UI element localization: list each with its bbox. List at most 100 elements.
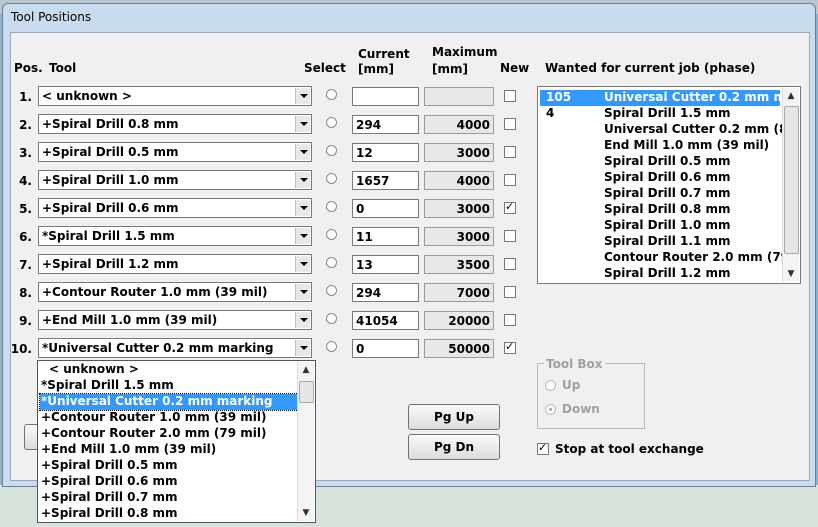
wanted-list-item[interactable]: Spiral Drill 0.5 mm (540, 154, 780, 170)
current-value: 41054 (356, 314, 398, 328)
select-radio[interactable] (326, 117, 337, 128)
current-value-field[interactable]: 13 (352, 255, 419, 274)
chevron-down-icon[interactable] (295, 340, 310, 356)
chevron-down-icon[interactable] (295, 256, 310, 272)
wanted-list-item[interactable]: Contour Router 2.0 mm (79 (540, 250, 789, 266)
checkmark-icon: ✓ (505, 200, 515, 213)
chevron-down-icon[interactable] (295, 284, 310, 300)
pg-up-button[interactable]: Pg Up (408, 404, 500, 430)
current-value-field[interactable]: 0 (352, 339, 419, 358)
tool-select-combo[interactable]: +Spiral Drill 1.2 mm (38, 254, 312, 274)
select-radio[interactable] (326, 285, 337, 296)
chevron-down-icon[interactable] (295, 200, 310, 216)
tool-select-combo[interactable]: +Contour Router 1.0 mm (39 mil) (38, 282, 312, 302)
wanted-list-item[interactable]: End Mill 1.0 mm (39 mil) (540, 138, 780, 154)
select-radio[interactable] (326, 89, 337, 100)
wanted-tools-list[interactable]: 105 Universal Cutter 0.2 mm ma 4 Spiral … (537, 86, 801, 284)
new-checkbox[interactable] (504, 174, 516, 186)
current-value-field[interactable]: 1657 (352, 171, 419, 190)
new-checkbox[interactable] (504, 118, 516, 130)
current-value-field[interactable]: 41054 (352, 311, 419, 330)
tool-name: *Spiral Drill 1.5 mm (42, 229, 175, 243)
tool-select-combo[interactable]: *Universal Cutter 0.2 mm marking (38, 338, 312, 358)
maximum-value-field: 50000 (424, 339, 494, 358)
chevron-down-icon[interactable] (295, 116, 310, 132)
dropdown-option[interactable]: +Spiral Drill 0.6 mm (40, 474, 298, 490)
new-checkbox[interactable]: ✓ (504, 340, 516, 354)
maximum-value: 3000 (456, 146, 490, 160)
chevron-down-icon[interactable] (295, 144, 310, 160)
dropdown-scrollbar[interactable]: ▲ ▼ (297, 362, 314, 521)
wanted-list-item[interactable]: Spiral Drill 1.0 mm (540, 218, 780, 234)
select-radio[interactable] (326, 145, 337, 156)
tool-select-combo[interactable]: +Spiral Drill 0.6 mm (38, 198, 312, 218)
current-value-field[interactable]: 12 (352, 143, 419, 162)
dropdown-option[interactable]: +End Mill 1.0 mm (39 mil) (40, 442, 298, 458)
wanted-list-item[interactable]: 105 Universal Cutter 0.2 mm ma (540, 90, 794, 106)
new-checkbox[interactable] (504, 146, 516, 158)
wanted-list-item[interactable]: 4 Spiral Drill 1.5 mm (540, 106, 780, 122)
header-wanted: Wanted for current job (phase) (545, 61, 756, 75)
tool-select-combo[interactable]: *Spiral Drill 1.5 mm (38, 226, 312, 246)
dropdown-option[interactable]: +Spiral Drill 0.5 mm (40, 458, 298, 474)
dropdown-option[interactable]: +Spiral Drill 0.7 mm (40, 490, 298, 506)
title-bar[interactable]: Tool Positions (3, 4, 815, 32)
select-radio[interactable] (326, 313, 337, 324)
tool-select-combo[interactable]: +Spiral Drill 0.8 mm (38, 114, 312, 134)
stop-at-exchange-checkbox[interactable]: ✓ (537, 441, 549, 455)
current-value-field[interactable]: 294 (352, 115, 419, 134)
wanted-tool-name: Spiral Drill 1.1 mm (604, 234, 731, 248)
new-checkbox[interactable] (504, 258, 516, 270)
scrollbar-thumb[interactable] (784, 106, 799, 254)
header-current-unit: [mm] (358, 62, 394, 76)
new-checkbox[interactable]: ✓ (504, 200, 516, 214)
wanted-list-scrollbar[interactable]: ▲ ▼ (782, 88, 799, 282)
wanted-list-item[interactable]: Spiral Drill 1.2 mm (540, 266, 780, 282)
wanted-list-item[interactable]: Spiral Drill 0.8 mm (540, 202, 780, 218)
new-checkbox[interactable] (504, 230, 516, 242)
scroll-down-icon[interactable]: ▼ (298, 505, 314, 521)
dropdown-option[interactable]: *Universal Cutter 0.2 mm marking (39, 393, 299, 411)
wanted-tool-name: Spiral Drill 0.7 mm (604, 186, 731, 200)
select-radio[interactable] (326, 201, 337, 212)
current-value-field[interactable]: 11 (352, 227, 419, 246)
chevron-down-icon[interactable] (295, 312, 310, 328)
new-checkbox[interactable] (504, 90, 516, 102)
wanted-list-item[interactable]: Spiral Drill 0.6 mm (540, 170, 780, 186)
dropdown-option[interactable]: *Spiral Drill 1.5 mm (40, 378, 298, 394)
tool-select-combo[interactable]: +End Mill 1.0 mm (39 mil) (38, 310, 312, 330)
toolbox-up-radio[interactable] (545, 380, 556, 391)
tool-select-combo[interactable]: < unknown > (38, 86, 312, 106)
current-value: 0 (356, 202, 365, 216)
wanted-tool-name: Spiral Drill 1.2 mm (604, 266, 731, 280)
current-value-field[interactable]: 0 (352, 199, 419, 218)
chevron-down-icon[interactable] (295, 88, 310, 104)
current-value: 11 (356, 230, 373, 244)
pg-dn-button[interactable]: Pg Dn (408, 434, 500, 460)
dropdown-option[interactable]: +Contour Router 2.0 mm (79 mil) (40, 426, 298, 442)
dropdown-option[interactable]: < unknown > (40, 362, 298, 378)
current-value-field[interactable]: 294 (352, 283, 419, 302)
scroll-up-icon[interactable]: ▲ (298, 362, 314, 378)
wanted-list-item[interactable]: Spiral Drill 0.7 mm (540, 186, 780, 202)
current-value-field[interactable] (352, 87, 419, 106)
select-radio[interactable] (326, 173, 337, 184)
wanted-list-item[interactable]: Universal Cutter 0.2 mm (8 (540, 122, 787, 138)
new-checkbox[interactable] (504, 314, 516, 326)
dropdown-option[interactable]: +Contour Router 1.0 mm (39 mil) (40, 410, 298, 426)
scroll-up-icon[interactable]: ▲ (783, 88, 799, 104)
select-radio[interactable] (326, 257, 337, 268)
tool-select-combo[interactable]: +Spiral Drill 0.5 mm (38, 142, 312, 162)
scrollbar-thumb[interactable] (299, 381, 314, 403)
select-radio[interactable] (326, 229, 337, 240)
select-radio[interactable] (326, 341, 337, 352)
tool-dropdown-list[interactable]: < unknown > *Spiral Drill 1.5 mm *Universa… (37, 360, 316, 523)
toolbox-down-radio[interactable] (545, 404, 556, 415)
dropdown-option[interactable]: +Spiral Drill 0.8 mm (40, 506, 298, 522)
chevron-down-icon[interactable] (295, 172, 310, 188)
scroll-down-icon[interactable]: ▼ (783, 266, 799, 282)
tool-select-combo[interactable]: +Spiral Drill 1.0 mm (38, 170, 312, 190)
new-checkbox[interactable] (504, 286, 516, 298)
chevron-down-icon[interactable] (295, 228, 310, 244)
wanted-list-item[interactable]: Spiral Drill 1.1 mm (540, 234, 780, 250)
